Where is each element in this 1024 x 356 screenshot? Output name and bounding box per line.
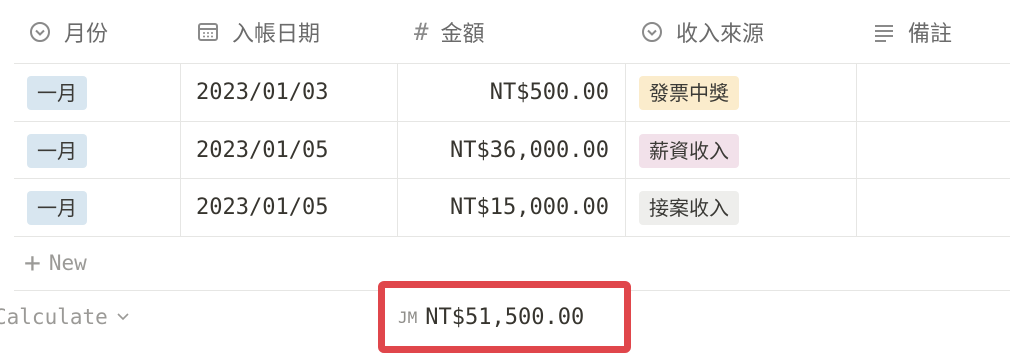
column-header-label: 入帳日期 [232, 22, 321, 47]
text-lines-icon [872, 20, 896, 44]
table-row[interactable]: 一月 2023/01/03 NT$500.00 發票中獎 [14, 64, 1010, 121]
amount-cell[interactable]: NT$15,000.00 [397, 179, 609, 236]
source-cell[interactable]: 發票中獎 [639, 64, 739, 121]
chevron-down-icon [116, 309, 130, 325]
column-header-amount[interactable]: # 金額 [414, 0, 484, 64]
month-tag: 一月 [27, 190, 87, 225]
sum-value: NT$51,500.00 [425, 304, 585, 330]
column-header-source[interactable]: 收入來源 [640, 0, 764, 64]
note-cell[interactable] [857, 179, 1007, 236]
date-cell[interactable]: 2023/01/05 [196, 179, 328, 236]
new-row-label: New [48, 251, 87, 275]
sum-highlight-box[interactable]: JM NT$51,500.00 [378, 281, 631, 353]
table-row[interactable]: 一月 2023/01/05 NT$36,000.00 薪資收入 [14, 122, 1010, 179]
date-cell[interactable]: 2023/01/03 [196, 64, 328, 121]
column-header-label: 金額 [440, 22, 485, 47]
column-header-label: 備註 [908, 22, 953, 47]
column-header-label: 收入來源 [676, 22, 765, 47]
note-cell[interactable] [857, 64, 1007, 121]
select-icon [28, 20, 52, 44]
note-cell[interactable] [857, 122, 1007, 179]
source-cell[interactable]: 接案收入 [639, 179, 739, 236]
source-cell[interactable]: 薪資收入 [639, 122, 739, 179]
source-tag: 發票中獎 [639, 75, 739, 110]
amount-cell[interactable]: NT$36,000.00 [397, 122, 609, 179]
source-tag: 薪資收入 [639, 133, 739, 168]
table-header: 月份 入帳日期 # 金額 收入來源 備註 [0, 0, 1024, 64]
month-cell[interactable]: 一月 [27, 122, 87, 179]
select-icon [640, 20, 664, 44]
new-row-button[interactable]: + New [14, 236, 87, 290]
table-row[interactable]: 一月 2023/01/05 NT$15,000.00 接案收入 [14, 179, 1010, 236]
column-header-date[interactable]: 入帳日期 [196, 0, 320, 64]
date-cell[interactable]: 2023/01/05 [196, 122, 328, 179]
column-header-note[interactable]: 備註 [872, 0, 952, 64]
month-cell[interactable]: 一月 [27, 64, 87, 121]
column-header-month[interactable]: 月份 [28, 0, 108, 64]
month-tag: 一月 [27, 133, 87, 168]
calendar-icon [196, 20, 220, 44]
calculate-label: Calculate [0, 305, 108, 329]
row-divider [14, 236, 1010, 237]
sum-label: JM [398, 307, 418, 327]
column-header-label: 月份 [64, 22, 109, 47]
source-tag: 接案收入 [639, 190, 739, 225]
amount-cell[interactable]: NT$500.00 [397, 64, 609, 121]
plus-icon: + [24, 246, 41, 279]
hash-icon: # [414, 18, 429, 46]
month-tag: 一月 [27, 75, 87, 110]
month-cell[interactable]: 一月 [27, 179, 87, 236]
calculate-dropdown[interactable]: Calculate [0, 302, 175, 332]
